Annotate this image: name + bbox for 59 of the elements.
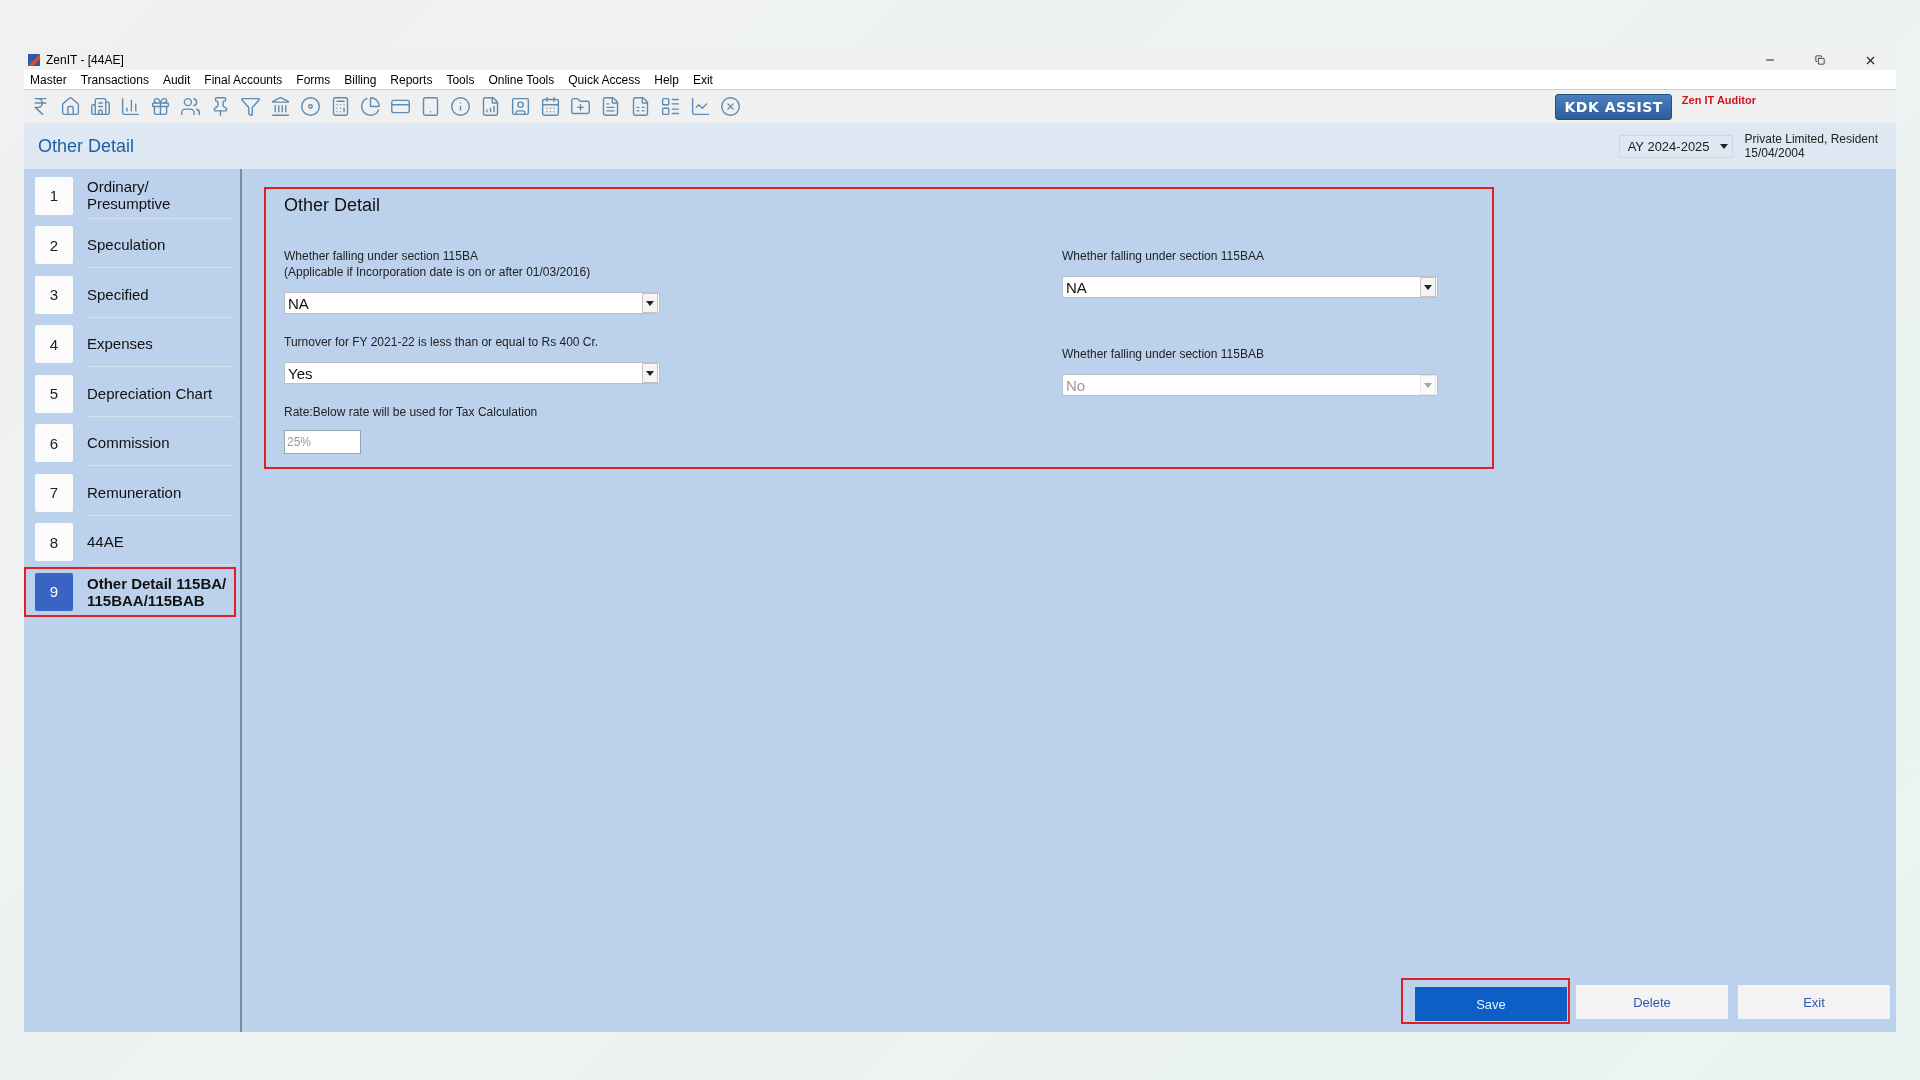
dropdown-field[interactable]: Yes <box>284 362 660 384</box>
step-number[interactable]: 6 <box>35 424 73 463</box>
menu-item[interactable]: Reports <box>390 72 433 87</box>
dropdown-field[interactable]: NA <box>284 292 660 314</box>
step-number[interactable]: 7 <box>35 473 73 512</box>
field-label: Whether falling under section 115BAA <box>1062 248 1265 264</box>
assist-button[interactable]: KDK ASSIST <box>1555 93 1672 120</box>
disc-icon[interactable] <box>298 94 322 119</box>
step-number[interactable]: 8 <box>35 523 73 562</box>
info-icon[interactable] <box>448 94 472 119</box>
year-dropdown[interactable]: AY 2024-2025 <box>1618 134 1733 158</box>
step-number[interactable]: 3 <box>35 275 73 314</box>
menu-item[interactable]: Billing <box>344 72 377 87</box>
menu-item[interactable]: Tools <box>446 72 475 87</box>
caret-icon <box>1420 277 1436 297</box>
sidebar-item[interactable]: Other Detail 115BA/ 115BAA/115BAB <box>87 569 234 615</box>
brand-label: Zen IT Auditor <box>1681 94 1756 106</box>
page-title: Other Detail <box>38 135 135 157</box>
menu-item[interactable]: Master <box>30 72 67 87</box>
step-number[interactable]: 1 <box>35 176 73 215</box>
dropdown-field[interactable]: NA <box>1062 276 1438 298</box>
menu-item[interactable]: Exit <box>692 72 713 87</box>
sidebar-item[interactable]: Ordinary/ Presumptive <box>87 173 234 219</box>
field-note: (Applicable if Incorporation date is on or after 01/03/2016) <box>284 264 592 280</box>
restore-icon[interactable] <box>1815 55 1825 65</box>
sidebar-item[interactable]: Expenses <box>87 321 234 367</box>
field-label: Whether falling under section 115BA <box>284 248 479 264</box>
sidebar-item[interactable]: Commission <box>87 420 234 466</box>
action-button[interactable]: Delete <box>1576 985 1728 1019</box>
app-logo-icon <box>28 54 40 66</box>
menu-item[interactable]: Forms <box>296 72 331 87</box>
step-number[interactable]: 4 <box>35 325 73 364</box>
window-title: ZenIT - [44AE] <box>46 53 124 67</box>
caret-icon <box>1420 375 1436 395</box>
menu-item[interactable]: Audit <box>162 72 191 87</box>
entity-date: 15/04/2004 <box>1744 146 1806 160</box>
field-label: Rate:Below rate will be used for Tax Calculation <box>284 404 539 420</box>
step-number[interactable]: 2 <box>35 226 73 265</box>
action-button[interactable]: Save <box>1415 987 1567 1021</box>
menu-item[interactable]: Transactions <box>80 72 149 87</box>
menu-item[interactable]: Help <box>654 72 679 87</box>
field-label: Turnover for FY 2021-22 is less than or equal to Rs 400 Cr. <box>284 334 600 350</box>
form-title: Other Detail <box>284 195 382 216</box>
field-label: Whether falling under section 115BAB <box>1062 346 1265 362</box>
action-button[interactable]: Exit <box>1738 985 1890 1019</box>
step-number[interactable]: 5 <box>35 374 73 413</box>
sidebar-item[interactable]: 44AE <box>87 519 234 565</box>
sidebar-item[interactable]: Remuneration <box>87 470 234 516</box>
menu-item[interactable]: Final Accounts <box>204 72 283 87</box>
menu-item[interactable]: Quick Access <box>568 72 641 87</box>
pie-chart-icon[interactable] <box>358 94 382 119</box>
sidebar-item[interactable]: Specified <box>87 272 234 318</box>
caret-icon <box>642 363 658 383</box>
entity-type: Private Limited, Resident <box>1744 132 1878 146</box>
sidebar-item[interactable]: Speculation <box>87 222 234 268</box>
caret-icon <box>642 293 658 313</box>
step-number[interactable]: 9 <box>35 572 73 611</box>
sidebar-item[interactable]: Depreciation Chart <box>87 371 234 417</box>
menu-item[interactable]: Online Tools <box>488 72 555 87</box>
